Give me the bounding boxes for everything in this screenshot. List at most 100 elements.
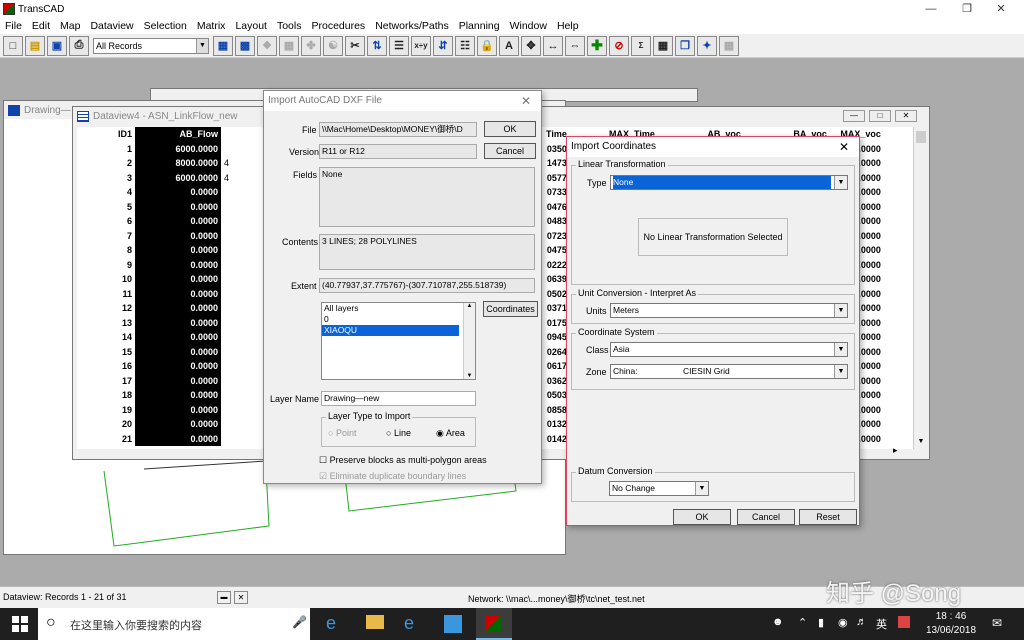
dataview-icon[interactable]: ▦: [213, 35, 233, 56]
close-icon[interactable]: ✕: [895, 110, 917, 122]
windows-start-icon[interactable]: [12, 616, 28, 632]
partial-cell[interactable]: [221, 417, 261, 432]
app-icon[interactable]: [444, 615, 462, 633]
file-explorer-icon[interactable]: [366, 615, 384, 629]
ab-flow-cell[interactable]: 6000.0000: [135, 141, 221, 156]
vertical-scrollbar[interactable]: ▲ ▼: [913, 127, 927, 449]
ab-flow-cell[interactable]: 0.0000: [135, 359, 221, 374]
menu-edit[interactable]: Edit: [27, 20, 55, 32]
partial-cell[interactable]: [221, 142, 261, 157]
pin-icon[interactable]: ✦: [697, 35, 717, 56]
new-file-icon[interactable]: □: [3, 35, 23, 56]
ab-flow-cell[interactable]: 0.0000: [135, 228, 221, 243]
column-header-id1[interactable]: ID1: [77, 127, 135, 142]
partial-cell[interactable]: [221, 200, 261, 215]
grid-icon[interactable]: ▦: [279, 35, 299, 56]
partial-cell[interactable]: [221, 214, 261, 229]
ab-flow-cell[interactable]: 0.0000: [135, 388, 221, 403]
scroll-thumb[interactable]: [916, 131, 926, 143]
table-row[interactable]: 12 0.0000: [77, 301, 261, 316]
ab-flow-cell[interactable]: 0.0000: [135, 402, 221, 417]
ab-flow-cell[interactable]: 0.0000: [135, 315, 221, 330]
grid-disabled-icon[interactable]: ▦: [719, 35, 739, 56]
menu-map[interactable]: Map: [55, 20, 85, 32]
taskbar-search-box[interactable]: ○ 在这里输入你要搜索的内容 🎤: [38, 608, 310, 640]
table-row[interactable]: 8 0.0000: [77, 243, 261, 258]
tray-app-icon[interactable]: [898, 616, 910, 628]
menu-dataview[interactable]: Dataview: [85, 20, 138, 32]
maximize-icon[interactable]: □: [869, 110, 891, 122]
edge-icon[interactable]: e: [326, 613, 336, 634]
stop-icon[interactable]: ⊘: [609, 35, 629, 56]
clock-time[interactable]: 18 : 46: [930, 611, 972, 622]
nodes-icon[interactable]: ✤: [301, 35, 321, 56]
menu-help[interactable]: Help: [552, 20, 584, 32]
cancel-button[interactable]: Cancel: [484, 143, 536, 159]
table-row[interactable]: 9 0.0000: [77, 257, 261, 273]
table-row[interactable]: 20 0.0000: [77, 417, 261, 432]
partial-cell[interactable]: 4: [221, 156, 261, 171]
area-radio[interactable]: ◉ Area: [436, 428, 465, 439]
partial-cell[interactable]: [221, 258, 261, 273]
list-icon[interactable]: ☰: [389, 35, 409, 56]
preserve-checkbox[interactable]: ☐ Preserve blocks as multi-polygon areas: [319, 455, 487, 466]
transcad-taskbar-button[interactable]: [476, 608, 512, 640]
menu-window[interactable]: Window: [505, 20, 552, 32]
ab-flow-cell[interactable]: 0.0000: [135, 431, 221, 446]
layer-item[interactable]: All layers: [322, 303, 459, 314]
menu-procedures[interactable]: Procedures: [306, 20, 370, 32]
ab-flow-cell[interactable]: 0.0000: [135, 243, 221, 258]
units-select[interactable]: Meters ▼: [610, 303, 848, 318]
formula-icon[interactable]: x÷y: [411, 35, 431, 56]
close-icon[interactable]: ✕: [521, 91, 531, 111]
tray-volume-icon[interactable]: ♬: [856, 616, 867, 628]
status-close-icon[interactable]: ✕: [234, 591, 248, 604]
table-row[interactable]: 3 6000.0000 4: [77, 170, 261, 186]
scroll-down-icon[interactable]: ▼: [464, 373, 475, 379]
table-row[interactable]: 7 0.0000: [77, 228, 261, 243]
table-row[interactable]: 6 0.0000: [77, 214, 261, 229]
table-row[interactable]: 19 0.0000: [77, 402, 261, 417]
ie-icon[interactable]: e: [404, 613, 414, 634]
close-button[interactable]: ✕: [978, 0, 1024, 18]
ab-flow-cell[interactable]: 0.0000: [135, 330, 221, 345]
ab-flow-cell[interactable]: 0.0000: [135, 344, 221, 359]
move-icon[interactable]: ✥: [521, 35, 541, 56]
print-icon[interactable]: ⎙: [69, 35, 89, 56]
network-icon[interactable]: ❖: [257, 35, 277, 56]
scroll-down-icon[interactable]: ▼: [914, 435, 928, 449]
tray-people-icon[interactable]: ☻: [772, 616, 784, 628]
ab-flow-cell[interactable]: 0.0000: [135, 214, 221, 229]
lock-icon[interactable]: 🔒: [477, 35, 497, 56]
ime-indicator[interactable]: 英: [876, 616, 887, 632]
table-row[interactable]: 11 0.0000: [77, 286, 261, 301]
scroll-up-icon[interactable]: ▲: [464, 303, 475, 309]
ab-flow-cell[interactable]: 0.0000: [135, 417, 221, 432]
sort-icon[interactable]: ⇵: [433, 35, 453, 56]
menu-planning[interactable]: Planning: [454, 20, 505, 32]
records-select[interactable]: All Records ▼: [93, 37, 209, 54]
scroll-right-icon[interactable]: ▸: [893, 445, 898, 456]
table-row[interactable]: 14 0.0000: [77, 330, 261, 345]
table-row[interactable]: 13 0.0000: [77, 315, 261, 331]
ab-flow-cell[interactable]: 0.0000: [135, 373, 221, 388]
partial-cell[interactable]: [221, 345, 261, 360]
layers-listbox[interactable]: All layers 0 XIAOQU ▲ ▼: [321, 302, 476, 380]
open-folder-icon[interactable]: ▤: [25, 35, 45, 56]
table-row[interactable]: 15 0.0000: [77, 344, 261, 360]
shrink-icon[interactable]: ⇔: [565, 35, 585, 56]
link-icon[interactable]: ☯: [323, 35, 343, 56]
ab-flow-cell[interactable]: 0.0000: [135, 257, 221, 272]
ok-button[interactable]: OK: [484, 121, 536, 137]
coord-cancel-button[interactable]: Cancel: [737, 509, 795, 525]
ab-flow-cell[interactable]: 0.0000: [135, 286, 221, 301]
table-row[interactable]: 2 8000.0000 4: [77, 156, 261, 171]
coord-ok-button[interactable]: OK: [673, 509, 731, 525]
layers-scrollbar[interactable]: ▲ ▼: [463, 303, 475, 379]
zone-select[interactable]: China: CIESIN Grid ▼: [610, 364, 848, 379]
tray-battery-icon[interactable]: ▮: [818, 616, 824, 629]
partial-cell[interactable]: [221, 316, 261, 331]
partial-cell[interactable]: 4: [221, 171, 261, 186]
sum-icon[interactable]: Σ: [631, 35, 651, 56]
layer-item[interactable]: 0: [322, 314, 459, 325]
